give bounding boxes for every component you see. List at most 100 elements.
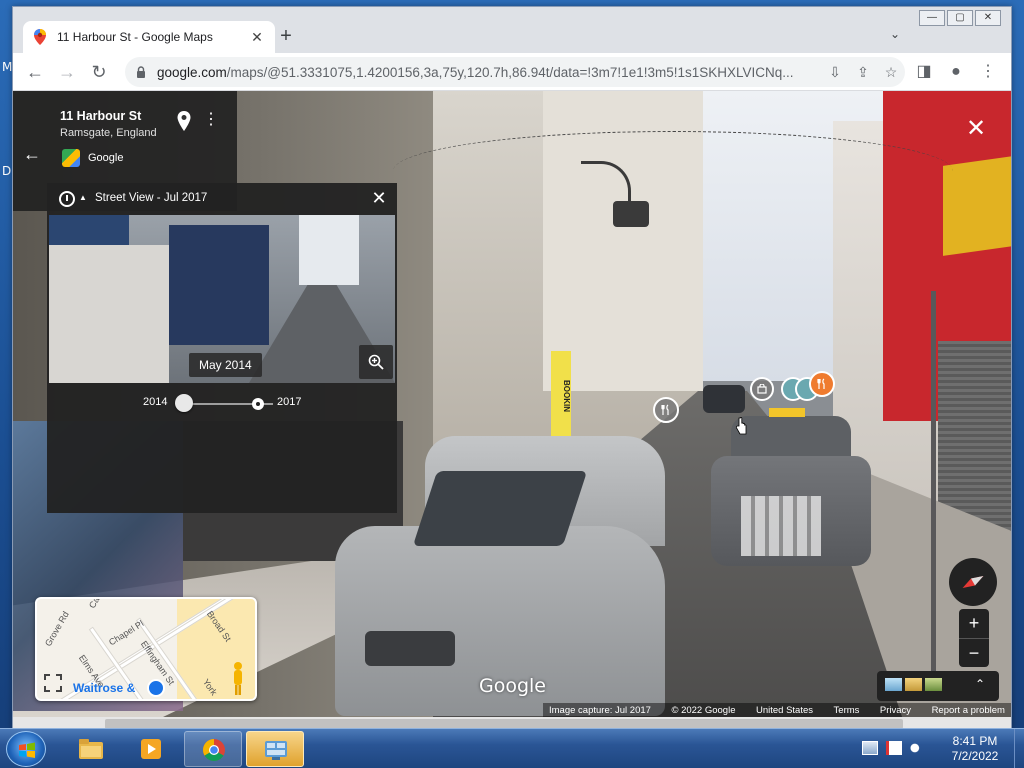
media-player-icon <box>141 739 161 759</box>
taskbar-media-player[interactable] <box>122 731 180 767</box>
side-panel-icon[interactable]: ◨ <box>913 62 935 82</box>
windows-logo-icon <box>19 742 35 758</box>
clock-time: 8:41 PM <box>952 734 998 748</box>
folder-icon <box>79 739 103 759</box>
shopping-cart-icon[interactable] <box>147 679 165 697</box>
install-app-icon[interactable]: ⇩ <box>821 61 849 83</box>
google-logo: Google <box>479 675 547 697</box>
place-title[interactable]: 11 Harbour St <box>60 109 141 123</box>
back-arrow-icon[interactable]: ← <box>22 144 42 164</box>
clock-date: 7/2/2022 <box>951 749 999 763</box>
slider-thumb[interactable] <box>175 394 193 412</box>
tab-strip: 11 Harbour St - Google Maps ✕ + ⌄ — ▢ ✕ <box>13 7 1011 53</box>
show-desktop-button[interactable] <box>1014 729 1024 768</box>
profile-avatar-icon[interactable]: ● <box>945 62 967 82</box>
clock[interactable]: 8:41 PM 7/2/2022 <box>940 734 1010 764</box>
share-icon[interactable]: ⇪ <box>849 61 877 83</box>
reload-button[interactable]: ↻ <box>89 62 109 82</box>
taskbar-control-panel[interactable] <box>246 731 304 767</box>
close-street-view-icon[interactable]: ✕ <box>965 117 987 141</box>
window-controls: — ▢ ✕ <box>917 10 1001 26</box>
desktop-icon-label[interactable]: M <box>2 60 12 74</box>
tab-close-icon[interactable]: ✕ <box>249 29 265 46</box>
report-problem-link[interactable]: Report a problem <box>932 705 1005 716</box>
expand-up-icon[interactable]: ⌃ <box>975 677 985 691</box>
photo-strip-toggle[interactable]: ⌃ <box>877 671 999 701</box>
lock-icon <box>137 66 145 78</box>
desktop-icon-label[interactable]: D <box>2 164 11 178</box>
timeline-close-icon[interactable]: ✕ <box>369 188 389 208</box>
timeline-preview-image[interactable]: May 2014 <box>49 215 395 383</box>
bookmark-star-icon[interactable]: ☆ <box>877 61 905 83</box>
street-view-panorama[interactable]: BOOKIN ← 11 Harbour St Ramsgate, England… <box>13 91 1011 717</box>
address-bar[interactable]: google.com/maps/@51.3331075,1.4200156,3a… <box>125 57 905 87</box>
slider-end-marker[interactable] <box>252 398 264 410</box>
zoom-in-button[interactable]: + <box>959 609 989 638</box>
photo-thumbnail[interactable] <box>925 678 942 691</box>
compass-button[interactable] <box>949 558 997 606</box>
zoom-controls: + − <box>959 609 989 667</box>
timeline-slider[interactable]: 2014 2017 <box>47 385 397 421</box>
control-panel-icon <box>265 741 287 760</box>
more-options-icon[interactable]: ⋮ <box>203 111 219 129</box>
year-end-label: 2017 <box>277 396 302 408</box>
start-button[interactable] <box>6 731 46 767</box>
expand-map-icon[interactable] <box>43 673 63 693</box>
menu-kebab-icon[interactable]: ⋮ <box>977 62 999 82</box>
mini-map[interactable]: Grove Rd Cat Chapel Pl Elms Ave Effingha… <box>35 597 257 701</box>
hand-cursor-icon <box>735 417 747 435</box>
zoom-out-button[interactable]: − <box>959 639 989 668</box>
network-icon[interactable] <box>862 741 878 755</box>
booking-sign: BOOKIN <box>551 351 571 441</box>
maximize-button[interactable]: ▢ <box>947 10 973 26</box>
taxi-car <box>711 408 876 576</box>
taskbar-explorer[interactable] <box>62 731 120 767</box>
restaurant-marker-icon[interactable] <box>653 397 679 423</box>
taskbar: 8:41 PM 7/2/2022 <box>0 728 1024 768</box>
compass-icon <box>962 576 984 588</box>
pegman-icon[interactable] <box>231 661 245 697</box>
browser-tab[interactable]: 11 Harbour St - Google Maps ✕ <box>23 21 275 53</box>
history-clock-icon[interactable] <box>59 191 75 207</box>
url-text[interactable]: google.com/maps/@51.3331075,1.4200156,3a… <box>157 65 821 80</box>
year-start-label: 2014 <box>143 396 168 408</box>
timeline-header[interactable]: ▲ Street View - Jul 2017 ✕ <box>47 183 397 215</box>
minimize-button[interactable]: — <box>919 10 945 26</box>
region-link[interactable]: United States <box>756 705 813 716</box>
tab-title: 11 Harbour St - Google Maps <box>57 30 213 44</box>
photo-thumbnail[interactable] <box>905 678 922 691</box>
provider-label[interactable]: Google <box>88 152 123 164</box>
google-maps-icon <box>34 29 46 45</box>
privacy-link[interactable]: Privacy <box>880 705 911 716</box>
photo-thumbnail[interactable] <box>885 678 902 691</box>
attribution-footer: Image capture: Jul 2017 © 2022 Google Un… <box>543 703 1011 717</box>
taskbar-chrome[interactable] <box>184 731 242 767</box>
caret-up-icon[interactable]: ▲ <box>79 193 87 202</box>
back-button[interactable]: ← <box>25 62 45 82</box>
food-marker-icon[interactable] <box>809 371 835 397</box>
timeline-panel: ▲ Street View - Jul 2017 ✕ May 2014 2014… <box>47 183 397 513</box>
copyright: © 2022 Google <box>671 704 736 716</box>
place-subtitle: Ramsgate, England <box>60 127 157 139</box>
chrome-icon <box>203 739 225 761</box>
browser-window: 11 Harbour St - Google Maps ✕ + ⌄ — ▢ ✕ … <box>12 6 1012 730</box>
map-pin-icon[interactable] <box>177 111 191 131</box>
volume-icon[interactable] <box>910 741 926 755</box>
map-street-label: Grove Rd <box>43 609 71 648</box>
timeline-label: Street View - Jul 2017 <box>95 192 208 204</box>
system-tray <box>862 741 934 755</box>
close-window-button[interactable]: ✕ <box>975 10 1001 26</box>
terms-link[interactable]: Terms <box>834 705 860 716</box>
tab-search-chevron-icon[interactable]: ⌄ <box>885 27 905 47</box>
preview-date-label: May 2014 <box>189 353 262 377</box>
forward-button[interactable]: → <box>57 62 77 82</box>
magnifier-plus-icon <box>368 354 384 370</box>
map-poi-label[interactable]: Waitrose & <box>73 681 135 695</box>
map-street-label: Cat <box>87 597 103 610</box>
preview-zoom-button[interactable] <box>359 345 393 379</box>
action-center-flag-icon[interactable] <box>886 741 902 755</box>
google-contributor-icon <box>62 149 80 167</box>
image-capture-date: Image capture: Jul 2017 <box>549 704 651 716</box>
new-tab-button[interactable]: + <box>275 26 297 48</box>
shopping-marker-icon[interactable] <box>750 377 774 401</box>
